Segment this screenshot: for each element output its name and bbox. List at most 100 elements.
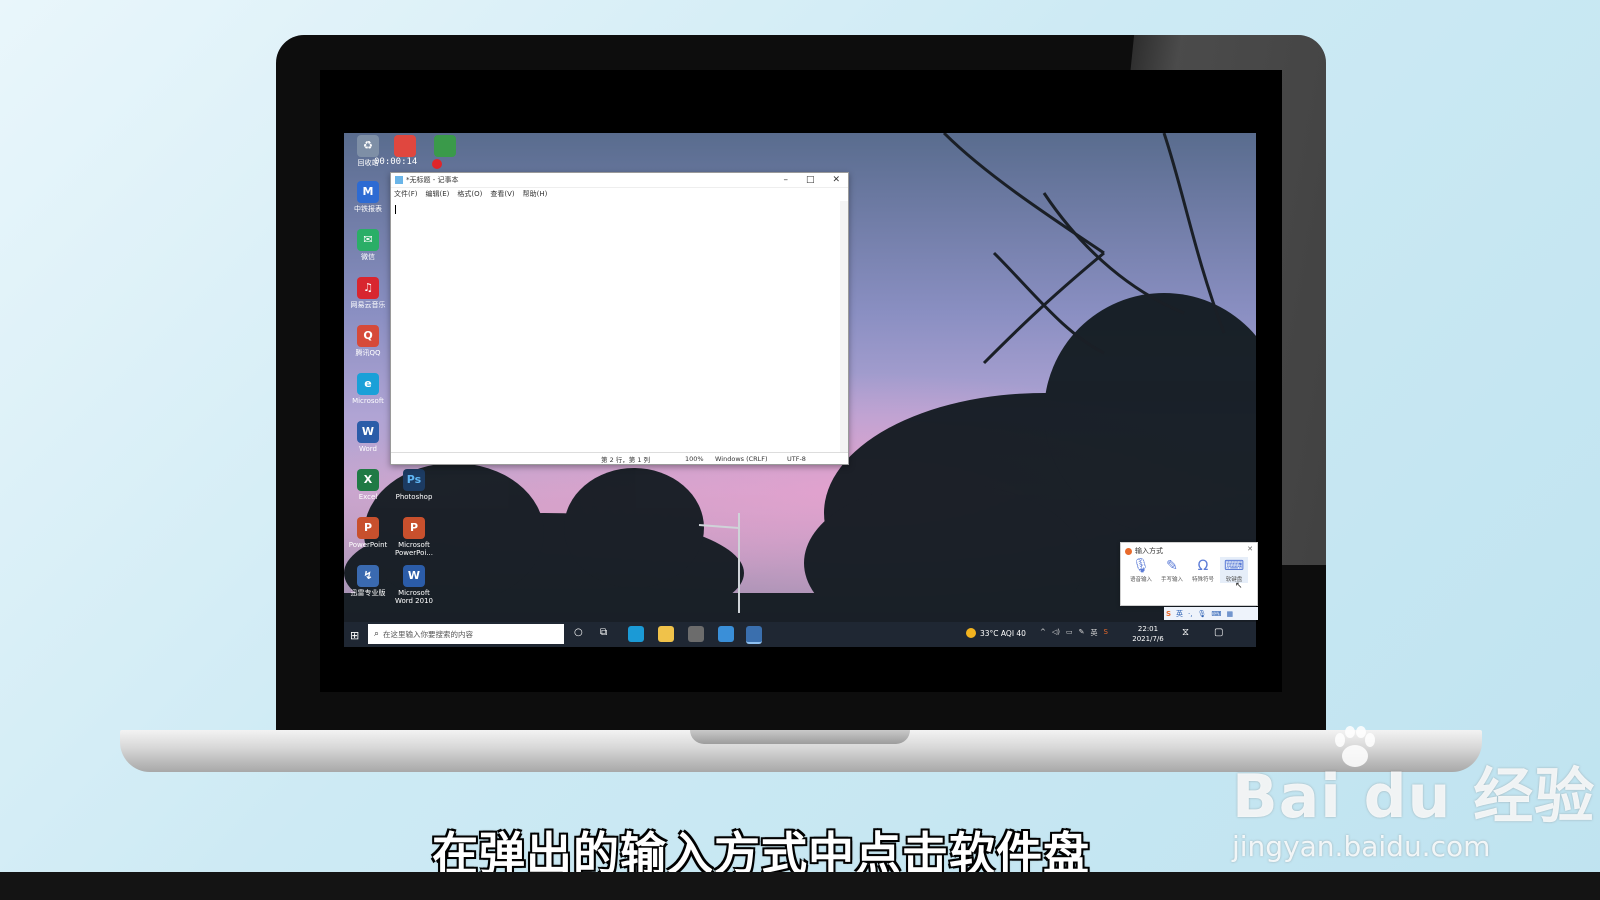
taskbar-search-box[interactable]: ⌕ 在这里输入你要搜索的内容 bbox=[368, 624, 564, 644]
search-placeholder: 在这里输入你要搜索的内容 bbox=[383, 629, 474, 639]
ime-option-label: 特殊符号 bbox=[1191, 577, 1214, 583]
pen-icon: ✎ bbox=[1166, 558, 1178, 574]
watermark-url: jingyan.baidu.com bbox=[1232, 830, 1491, 863]
desktop-icon-label: Microsoft bbox=[352, 397, 384, 405]
music-icon: ♫ bbox=[357, 277, 379, 299]
sogou-ime-toolbar[interactable]: S 英 ·, 🎙 ⌨ ▦ bbox=[1164, 607, 1258, 620]
desktop-icon-label: Word bbox=[359, 445, 377, 453]
minimize-icon[interactable]: – bbox=[783, 175, 788, 185]
ime-option-soft-keyboard[interactable]: ⌨ 软键盘 bbox=[1220, 557, 1248, 583]
input-method-popup[interactable]: 输入方式 ✕ 🎙 语音输入 ✎ 手写输入 Ω 特殊符号 ⌨ 软键盘 ↖ bbox=[1120, 542, 1258, 606]
notepad-window[interactable]: *无标题 - 记事本 – □ ✕ 文件(F) 编辑(E) 格式(O) 查看(V)… bbox=[390, 172, 849, 465]
ime-language-toggle[interactable]: 英 bbox=[1176, 609, 1183, 619]
pen-tray-icon[interactable]: ✎ bbox=[1079, 628, 1085, 638]
weather-icon[interactable] bbox=[966, 628, 976, 638]
close-icon[interactable]: ✕ bbox=[832, 175, 840, 185]
ime-close-icon[interactable]: ✕ bbox=[1247, 545, 1253, 553]
edge-taskbar-icon[interactable] bbox=[628, 626, 644, 642]
desktop-icon-label: 网易云音乐 bbox=[350, 301, 386, 309]
notification-icon[interactable]: ▢ bbox=[1214, 627, 1223, 638]
store-icon[interactable] bbox=[688, 626, 704, 642]
ime-tray-icon[interactable]: 英 bbox=[1091, 628, 1098, 638]
text-cursor bbox=[395, 205, 396, 214]
menu-edit[interactable]: 编辑(E) bbox=[426, 189, 450, 199]
ime-option-handwriting[interactable]: ✎ 手写输入 bbox=[1158, 557, 1186, 583]
menu-file[interactable]: 文件(F) bbox=[394, 189, 418, 199]
desktop-icon-word[interactable]: W Word bbox=[344, 421, 392, 453]
notepad-text-area[interactable] bbox=[393, 201, 838, 452]
system-tray: ^ ◁) ▭ ✎ 英 S bbox=[1040, 628, 1108, 638]
desktop-icon-powerpoint-shortcut[interactable]: P Microsoft PowerPoi... bbox=[390, 517, 438, 557]
status-line-ending: Windows (CRLF) bbox=[715, 454, 768, 463]
excel-icon: X bbox=[357, 469, 379, 491]
desktop-icon-thunder[interactable]: ↯ 迅雷专业版 bbox=[344, 565, 392, 597]
ime-popup-title: 输入方式 bbox=[1135, 547, 1163, 555]
edge-icon: e bbox=[357, 373, 379, 395]
voice-icon[interactable]: 🎙 bbox=[1198, 610, 1207, 618]
windows-start-icon[interactable]: ⊞ bbox=[350, 629, 359, 642]
microphone-icon: 🎙 bbox=[1132, 558, 1150, 574]
battery-icon[interactable]: ▭ bbox=[1066, 628, 1073, 638]
menu-help[interactable]: 帮助(H) bbox=[523, 189, 548, 199]
vertical-scrollbar[interactable] bbox=[840, 201, 848, 452]
notepad-title: *无标题 - 记事本 bbox=[406, 176, 459, 184]
desktop-icon-photoshop[interactable]: Ps Photoshop bbox=[390, 469, 438, 501]
meeting-icon[interactable]: ⧖ bbox=[1182, 627, 1189, 638]
sogou-icon bbox=[1125, 547, 1132, 555]
keyboard-icon[interactable]: ⌨ bbox=[1211, 610, 1221, 618]
desktop-icon-word-2010[interactable]: W Microsoft Word 2010 bbox=[390, 565, 438, 605]
mail-icon[interactable] bbox=[718, 626, 734, 642]
desktop-icon-qq[interactable]: Q 腾讯QQ bbox=[344, 325, 392, 357]
notepad-titlebar[interactable]: *无标题 - 记事本 – □ ✕ bbox=[391, 173, 848, 188]
ime-option-voice[interactable]: 🎙 语音输入 bbox=[1127, 557, 1155, 583]
desktop-icon-powerpoint[interactable]: P PowerPoint bbox=[344, 517, 392, 549]
desktop-icon-wechat[interactable]: ✉ 微信 bbox=[344, 229, 392, 261]
sogou-tray-icon[interactable]: S bbox=[1104, 628, 1108, 638]
chevron-up-icon[interactable]: ^ bbox=[1040, 628, 1046, 638]
notepad-icon bbox=[395, 176, 403, 184]
keyboard-icon: ⌨ bbox=[1223, 558, 1245, 574]
word-icon: W bbox=[403, 565, 425, 587]
desktop-icon-report[interactable]: M 中铁报表 bbox=[344, 181, 392, 213]
laptop-notch bbox=[690, 730, 910, 744]
recorder-app-icon[interactable] bbox=[394, 135, 416, 157]
desktop-icon-label: 迅雷专业版 bbox=[350, 589, 386, 597]
sogou-logo-icon: S bbox=[1166, 609, 1172, 618]
task-view-icon[interactable]: ⧉ bbox=[600, 627, 607, 638]
omega-icon: Ω bbox=[1197, 558, 1209, 574]
status-encoding: UTF-8 bbox=[787, 454, 806, 463]
notepad-menubar: 文件(F) 编辑(E) 格式(O) 查看(V) 帮助(H) bbox=[391, 188, 848, 200]
powerpoint-icon: P bbox=[357, 517, 379, 539]
menu-view[interactable]: 查看(V) bbox=[490, 189, 514, 199]
desktop-icon-label: 微信 bbox=[361, 253, 375, 261]
menu-format[interactable]: 格式(O) bbox=[457, 189, 482, 199]
desktop-icon-label: 中铁报表 bbox=[354, 205, 382, 213]
file-explorer-icon[interactable] bbox=[658, 626, 674, 642]
desktop-icon-netease-music[interactable]: ♫ 网易云音乐 bbox=[344, 277, 392, 309]
clock-time: 22:01 bbox=[1137, 625, 1159, 633]
ime-option-label: 软键盘 bbox=[1225, 577, 1243, 583]
desktop-icon-label: Excel bbox=[358, 493, 378, 501]
photoshop-icon: Ps bbox=[403, 469, 425, 491]
desktop-icon-excel[interactable]: X Excel bbox=[344, 469, 392, 501]
volume-icon[interactable]: ◁) bbox=[1052, 628, 1060, 638]
status-position: 第 2 行，第 1 列 bbox=[601, 455, 651, 464]
desktop-icon-label: Microsoft Word 2010 bbox=[394, 589, 434, 605]
taskbar-clock[interactable]: 22:01 2021/7/6 bbox=[1126, 624, 1170, 644]
record-dot-icon[interactable] bbox=[432, 159, 442, 169]
desktop-icon-label: Microsoft PowerPoi... bbox=[394, 541, 434, 557]
recorder-tool-icon[interactable] bbox=[434, 135, 456, 157]
weather-text[interactable]: 33°C AQI 40 bbox=[980, 629, 1026, 638]
notepad-statusbar: 第 2 行，第 1 列 100% Windows (CRLF) UTF-8 bbox=[391, 452, 848, 464]
ime-option-symbols[interactable]: Ω 特殊符号 bbox=[1189, 557, 1217, 583]
mouse-pointer-icon: ↖ bbox=[1235, 581, 1243, 591]
ime-option-label: 手写输入 bbox=[1160, 577, 1183, 583]
desktop-icon-edge[interactable]: e Microsoft bbox=[344, 373, 392, 405]
maximize-icon[interactable]: □ bbox=[806, 175, 815, 185]
recycle-bin-icon: ♻ bbox=[357, 135, 379, 157]
cortana-icon[interactable]: ○ bbox=[574, 627, 583, 638]
toolbox-icon[interactable]: ▦ bbox=[1227, 610, 1234, 618]
punctuation-icon[interactable]: ·, bbox=[1188, 610, 1192, 618]
desktop-icon-label: Photoshop bbox=[395, 493, 433, 501]
notepad-taskbar-icon[interactable] bbox=[746, 626, 762, 644]
